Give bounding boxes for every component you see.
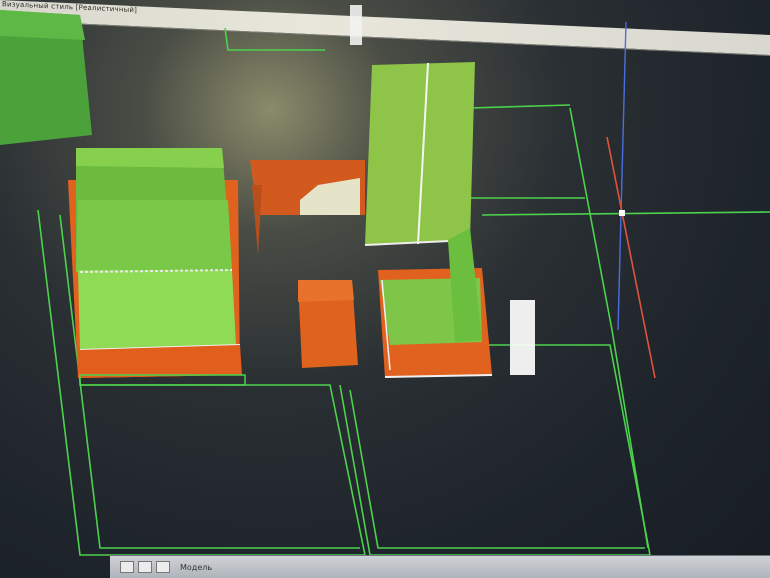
- dimension-mark-right: [510, 300, 535, 375]
- tab-nav-prev-icon[interactable]: [120, 561, 134, 573]
- layout-tab-bar: Модель: [110, 555, 770, 578]
- dimension-mark-top: [350, 5, 362, 45]
- tab-model[interactable]: Модель: [180, 563, 212, 572]
- tab-nav-next-icon[interactable]: [138, 561, 152, 573]
- outline-mid-line: [481, 211, 770, 216]
- axis-y-line: [617, 21, 627, 331]
- model-viewport[interactable]: Визуальный стиль [Реалистичный] Модель: [0, 0, 770, 578]
- outline-corner: [224, 27, 325, 51]
- scene-3d[interactable]: [0, 0, 770, 578]
- outline-top-right: [469, 104, 571, 109]
- ucs-origin-marker: [619, 210, 625, 216]
- outline-right-inner: [349, 389, 645, 549]
- green-slab-left: [78, 270, 236, 350]
- outline-right-wall: [569, 107, 649, 549]
- tab-nav-end-icon[interactable]: [156, 561, 170, 573]
